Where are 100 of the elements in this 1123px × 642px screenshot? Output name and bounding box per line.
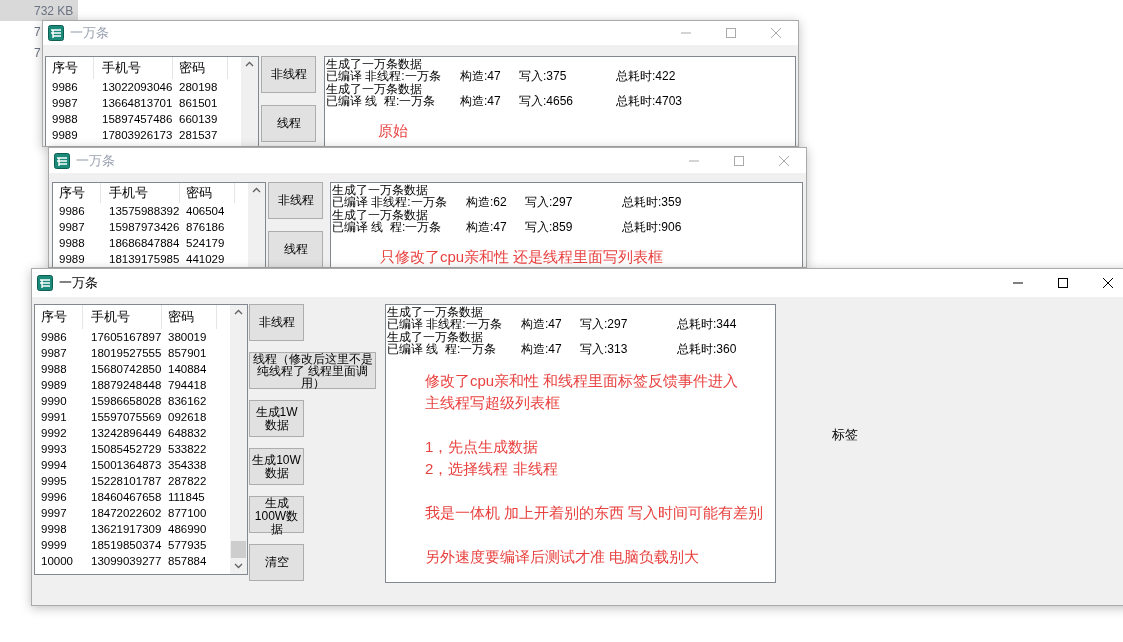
log-textbox[interactable]: 生成了一万条数据 已编译 非线程:一万条 构造:47 写入:375 总耗时:422 生成了一万条数据 已编译 线 程:一万条 构造:47 写入:4656 总耗时:4703 原始	[324, 56, 796, 146]
scrollbar[interactable]	[248, 183, 265, 267]
table-cell-text: 092618	[167, 410, 208, 424]
button[interactable]: 清空	[249, 544, 304, 581]
scrollbar[interactable]	[241, 57, 258, 146]
log-text: 已编译 线 程:一万条	[332, 221, 443, 234]
log-text: 构造:47	[466, 221, 508, 234]
table-cell-text: 9987	[40, 346, 68, 360]
table-cell-text: 9987	[58, 220, 86, 234]
table-cell-text: 9988	[58, 236, 86, 250]
table-cell-text: 524179	[185, 236, 226, 250]
table-cell-text: 15228101787	[90, 474, 162, 488]
app-icon	[48, 25, 64, 41]
table-cell-text: 9996	[40, 490, 68, 504]
table-cell-text: 18472022602	[90, 506, 162, 520]
column-header[interactable]: 序号	[53, 183, 101, 203]
scroll-up-icon[interactable]	[245, 61, 254, 67]
table-cell-text: 15085452729	[90, 442, 162, 456]
table-cell-text: 10000	[40, 554, 74, 568]
column-header[interactable]: 密码	[173, 57, 228, 79]
table-cell-text: 9986	[51, 80, 79, 94]
column-header[interactable]: 手机号	[83, 305, 162, 329]
log-line: 生成了一万条数据	[387, 306, 484, 318]
scroll-up-icon[interactable]	[252, 187, 261, 193]
column-header[interactable]: 序号	[35, 305, 83, 329]
button[interactable]: 非线程	[268, 182, 323, 219]
maximize-icon	[732, 155, 745, 166]
scroll-thumb[interactable]	[231, 541, 246, 558]
log-text: 写入:297	[525, 196, 574, 209]
scrollbar[interactable]	[230, 305, 247, 574]
note-text: 原始	[378, 121, 409, 141]
table-cell-text: 406504	[185, 204, 226, 218]
table-cell-text: 354338	[167, 458, 208, 472]
table-cell-text: 15897457486	[101, 112, 173, 126]
scroll-down-icon[interactable]	[234, 563, 243, 569]
file-size[interactable]: 7	[0, 42, 42, 63]
table-cell-text: 281537	[178, 128, 219, 142]
column-header[interactable]: 手机号	[94, 57, 173, 79]
column-header[interactable]: 序号	[46, 57, 94, 79]
log-textbox[interactable]: 生成了一万条数据 已编译 非线程:一万条 构造:62 写入:297 总耗时:359 生成了一万条数据 已编译 线 程:一万条 构造:47 写入:859 总耗时:906 只修改了cpu亲和性 还是线程里面写列表框	[330, 182, 803, 267]
log-text: 已编译 线 程:一万条	[326, 95, 437, 108]
column-header[interactable]: 密码	[180, 183, 235, 203]
table-cell-text: 9999	[40, 538, 68, 552]
button[interactable]: 生成1W数据	[249, 400, 304, 437]
button[interactable]: 线程（修改后这里不是纯线程了 线程里面调用）	[249, 352, 376, 389]
table-cell-text: 18019527555	[90, 346, 162, 360]
column-header[interactable]: 密码	[162, 305, 217, 329]
table-cell-text: 9986	[58, 204, 86, 218]
table-cell-text: 9990	[40, 394, 68, 408]
button[interactable]: 生成10W数据	[249, 448, 304, 485]
button[interactable]: 非线程	[261, 56, 316, 93]
table-cell-text: 9998	[40, 522, 68, 536]
table-cell-text: 15597075569	[90, 410, 162, 424]
button[interactable]: 非线程	[249, 304, 304, 341]
log-text: 已编译 非线程:一万条	[332, 196, 448, 209]
log-text: 总耗时:360	[677, 343, 737, 356]
table-cell-text: 9997	[40, 506, 68, 520]
note-text: 1，先点生成数据	[425, 437, 540, 457]
close-icon	[1101, 278, 1114, 288]
table-cell-text: 9989	[40, 378, 68, 392]
table-cell-text: 15986658028	[90, 394, 162, 408]
button[interactable]: 线程	[268, 231, 323, 267]
log-textbox[interactable]: 生成了一万条数据 已编译 非线程:一万条 构造:47 写入:297 总耗时:344 生成了一万条数据 已编译 线 程:一万条 构造:47 写入:313 总耗时:360 修改了cpu亲和性 和线程里面标签反馈事件进入 主线程写超级列表框 1，先点生成数据 2，选择线程 非线程 我是一体机 加上开着别的东西 写入时间可能有差别 另外速度要编译后测试才准 电脑负载别大	[385, 304, 776, 583]
file-size[interactable]: 7	[0, 21, 42, 42]
log-text: 总耗时:359	[622, 196, 682, 209]
log-text: 已编译 线 程:一万条	[387, 343, 498, 356]
table-cell-text: 15680742850	[90, 362, 162, 376]
log-text: 已编译 非线程:一万条	[326, 70, 442, 83]
log-line: 生成了一万条数据	[332, 184, 429, 196]
button[interactable]: 线程	[261, 105, 316, 142]
close-icon	[777, 155, 790, 166]
table-cell-text: 9989	[51, 128, 79, 142]
table-cell-text: 13242896449	[90, 426, 162, 440]
log-text: 写入:859	[525, 221, 574, 234]
note-text: 另外速度要编译后测试才准 电脑负载别大	[425, 547, 701, 567]
table-cell-text: 877100	[167, 506, 208, 520]
table-cell-text: 18519850374	[90, 538, 162, 552]
table-cell-text: 111845	[167, 490, 206, 504]
table-cell-text: 533822	[167, 442, 208, 456]
table-cell-text: 13099039277	[90, 554, 162, 568]
column-header[interactable]: 手机号	[101, 183, 180, 203]
table-cell-text: 857901	[167, 346, 208, 360]
log-text: 总耗时:344	[677, 318, 737, 331]
log-text: 写入:375	[519, 70, 568, 83]
log-line: 生成了一万条数据	[332, 209, 428, 221]
table-cell-text: 9987	[51, 96, 79, 110]
table-cell-text: 287822	[167, 474, 208, 488]
table-cell-text: 15987973426	[108, 220, 180, 234]
table-cell-text: 441029	[185, 252, 226, 266]
table-cell-text: 9989	[58, 252, 86, 266]
table-cell-text: 13022093046	[101, 80, 173, 94]
log-text: 写入:4656	[519, 95, 575, 108]
scroll-up-icon[interactable]	[234, 309, 243, 315]
button[interactable]: 生成100W数据	[249, 496, 304, 533]
table-cell-text: 794418	[167, 378, 208, 392]
file-size[interactable]: 732 KB	[0, 0, 78, 21]
table-cell-text: 9992	[40, 426, 68, 440]
table-cell-text: 648832	[167, 426, 208, 440]
table-cell-text: 9988	[51, 112, 79, 126]
log-text: 构造:62	[466, 196, 508, 209]
